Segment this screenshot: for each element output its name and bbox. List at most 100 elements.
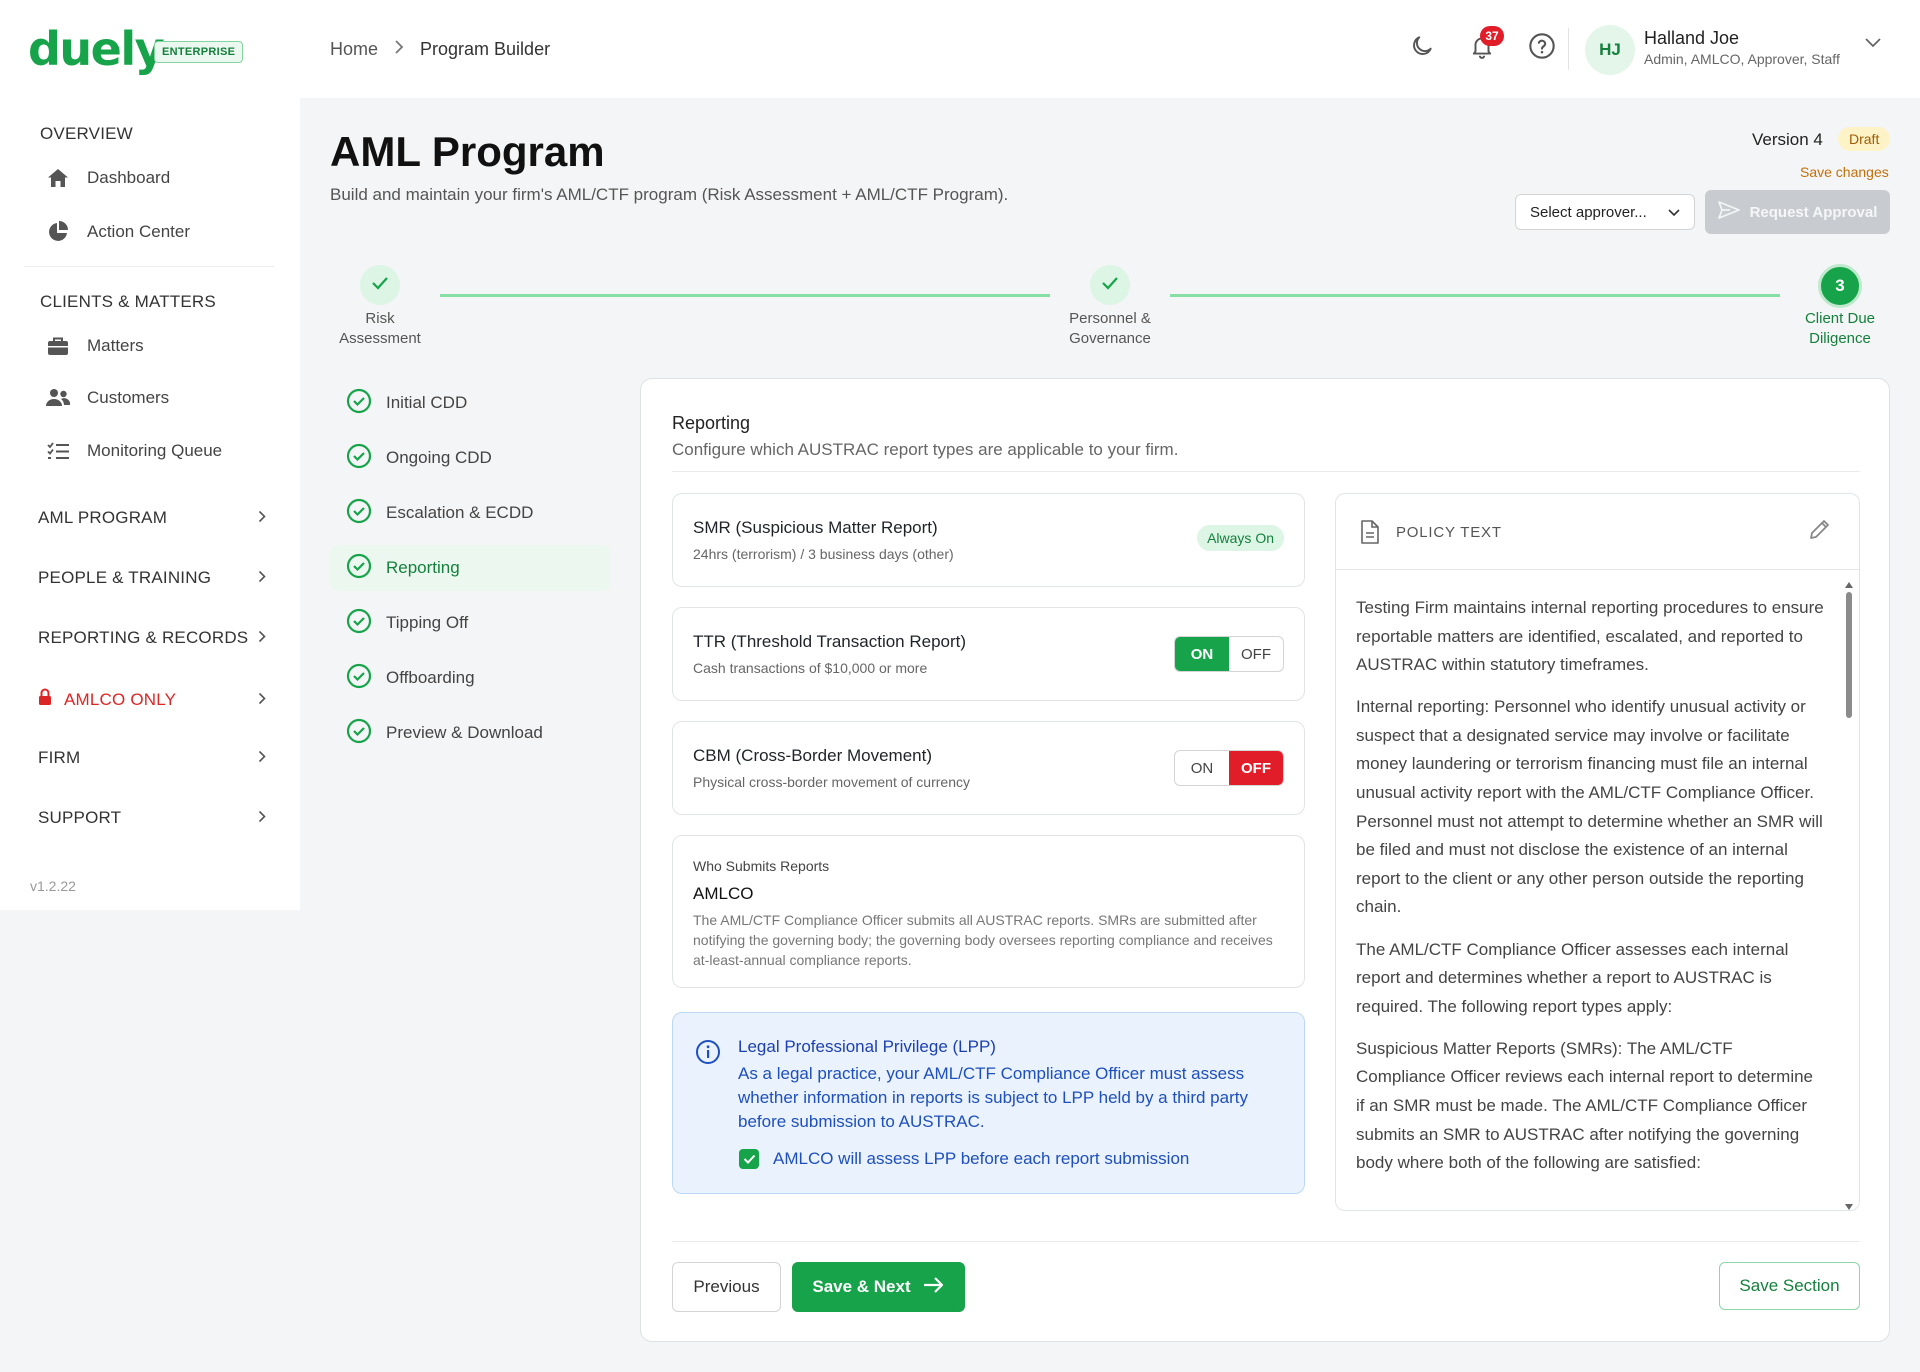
sidebar-group-label: SUPPORT xyxy=(38,808,122,827)
moon-icon[interactable] xyxy=(1404,28,1440,64)
section-nav-initial-cdd[interactable]: Initial CDD xyxy=(330,380,610,426)
lpp-text: As a legal practice, your AML/CTF Compli… xyxy=(738,1064,1248,1131)
step-2-circle[interactable] xyxy=(1090,265,1130,305)
approver-select[interactable]: Select approver... xyxy=(1515,194,1695,230)
section-nav-reporting[interactable]: Reporting xyxy=(330,545,610,591)
section-nav-preview-download[interactable]: Preview & Download xyxy=(330,710,610,756)
sidebar-item-label: Matters xyxy=(87,336,144,355)
check-circle-icon xyxy=(346,443,372,474)
step-1-circle[interactable] xyxy=(360,265,400,305)
chevron-right-icon xyxy=(258,628,266,648)
sidebar-item-label: Dashboard xyxy=(87,168,171,187)
scrollbar-thumb[interactable] xyxy=(1846,592,1852,718)
section-nav-label: Escalation & ECDD xyxy=(386,503,534,522)
sidebar-item-customers[interactable]: Customers xyxy=(45,388,169,408)
sidebar-item-action-center[interactable]: Action Center xyxy=(45,221,190,243)
sidebar-item-matters[interactable]: Matters xyxy=(45,336,144,356)
section-nav-offboarding[interactable]: Offboarding xyxy=(330,655,610,701)
sidebar-group-reporting-records[interactable]: REPORTING & RECORDS xyxy=(38,628,266,648)
ttr-title: TTR (Threshold Transaction Report) xyxy=(693,632,967,651)
section-nav-ongoing-cdd[interactable]: Ongoing CDD xyxy=(330,435,610,481)
briefcase-icon xyxy=(45,336,71,356)
ttr-toggle[interactable]: ON OFF xyxy=(1174,636,1284,672)
sidebar-item-monitoring-queue[interactable]: Monitoring Queue xyxy=(45,441,222,461)
user-name[interactable]: Halland Joe xyxy=(1644,28,1739,49)
users-icon xyxy=(45,388,71,408)
previous-button[interactable]: Previous xyxy=(672,1262,781,1312)
lock-icon xyxy=(38,688,52,711)
section-nav-label: Ongoing CDD xyxy=(386,448,492,467)
lpp-callout: Legal Professional Privilege (LPP) As a … xyxy=(672,1012,1305,1194)
cbm-description: Physical cross-border movement of curren… xyxy=(693,774,970,790)
request-approval-button[interactable]: Request Approval xyxy=(1705,190,1890,234)
section-nav-tipping-off[interactable]: Tipping Off xyxy=(330,600,610,646)
cbm-toggle[interactable]: ON OFF xyxy=(1174,750,1284,786)
lpp-checkbox-row[interactable]: AMLCO will assess LPP before each report… xyxy=(739,1149,1189,1169)
sidebar-divider xyxy=(24,266,274,267)
breadcrumb: Home Program Builder xyxy=(330,39,550,60)
home-icon xyxy=(45,168,71,188)
help-icon[interactable] xyxy=(1524,28,1560,64)
top-bar: duely ENTERPRISE Home Program Builder 37… xyxy=(0,0,1920,98)
brand-logo[interactable]: duely xyxy=(28,22,165,76)
save-next-button[interactable]: Save & Next xyxy=(792,1262,965,1312)
chevron-right-icon xyxy=(258,508,266,528)
chevron-down-icon[interactable] xyxy=(1864,36,1882,54)
chevron-down-icon xyxy=(1668,204,1680,221)
step-1-label-line1: Risk xyxy=(365,310,395,327)
section-nav-escalation-ecdd[interactable]: Escalation & ECDD xyxy=(330,490,610,536)
section-nav-label: Tipping Off xyxy=(386,613,469,632)
cbm-report-card: CBM (Cross-Border Movement) Physical cro… xyxy=(672,721,1305,815)
step-2-label-line1: Personnel & xyxy=(1069,310,1151,327)
notifications-button[interactable]: 37 xyxy=(1464,26,1504,66)
sidebar-group-aml-program[interactable]: AML PROGRAM xyxy=(38,508,266,528)
check-circle-icon xyxy=(346,553,372,584)
scroll-down-arrow-icon[interactable] xyxy=(1844,1198,1854,1210)
page-title: AML Program xyxy=(330,128,605,175)
app-version: v1.2.22 xyxy=(30,878,76,894)
sidebar-item-label: Action Center xyxy=(87,222,190,241)
chevron-right-icon xyxy=(258,808,266,828)
policy-paragraph: The AML/CTF Compliance Officer assesses … xyxy=(1356,939,1789,1016)
save-section-button[interactable]: Save Section xyxy=(1719,1262,1860,1310)
save-next-label: Save & Next xyxy=(812,1277,911,1296)
sidebar-item-dashboard[interactable]: Dashboard xyxy=(45,168,170,188)
always-on-badge: Always On xyxy=(1197,525,1284,551)
sidebar-group-amlco-only[interactable]: AMLCO ONLY xyxy=(38,688,266,711)
section-nav-label: Preview & Download xyxy=(386,723,543,742)
step-3-label-line2: Diligence xyxy=(1809,330,1871,347)
who-submits-card: Who Submits Reports AMLCO The AML/CTF Co… xyxy=(672,835,1305,988)
sidebar-group-label: REPORTING & RECORDS xyxy=(38,628,249,647)
check-circle-icon xyxy=(346,498,372,529)
smr-description: 24hrs (terrorism) / 3 business days (oth… xyxy=(693,546,954,562)
ttr-off-button[interactable]: OFF xyxy=(1229,637,1283,671)
sidebar-group-amlco-label: AMLCO ONLY xyxy=(38,688,176,711)
sidebar-heading-clients-matters: CLIENTS & MATTERS xyxy=(40,292,216,311)
chevron-right-icon xyxy=(258,690,266,710)
sidebar-group-people-training[interactable]: PEOPLE & TRAINING xyxy=(38,568,266,588)
cbm-off-button[interactable]: OFF xyxy=(1229,751,1283,785)
sidebar-group-label: PEOPLE & TRAINING xyxy=(38,568,212,587)
save-changes-link[interactable]: Save changes xyxy=(1800,164,1889,180)
breadcrumb-home[interactable]: Home xyxy=(330,39,378,60)
ttr-on-button[interactable]: ON xyxy=(1175,637,1229,671)
cbm-on-button[interactable]: ON xyxy=(1175,751,1229,785)
sidebar-group-label: AML PROGRAM xyxy=(38,508,168,527)
policy-label: POLICY TEXT xyxy=(1396,524,1502,541)
sidebar-group-support[interactable]: SUPPORT xyxy=(38,808,266,828)
list-check-icon xyxy=(45,442,71,460)
step-3-circle[interactable]: 3 xyxy=(1818,264,1862,308)
avatar[interactable]: HJ xyxy=(1585,25,1635,75)
pencil-icon[interactable] xyxy=(1807,516,1833,547)
page-subtitle: Build and maintain your firm's AML/CTF p… xyxy=(330,185,1009,204)
check-icon xyxy=(1101,276,1119,295)
lpp-title: Legal Professional Privilege (LPP) xyxy=(738,1037,996,1056)
user-roles: Admin, AMLCO, Approver, Staff xyxy=(1644,51,1840,67)
lpp-checkbox[interactable] xyxy=(739,1149,759,1169)
policy-scrollbar[interactable] xyxy=(1843,574,1855,1210)
who-submits-description: The AML/CTF Compliance Officer submits a… xyxy=(693,912,1273,968)
sidebar: OVERVIEW Dashboard Action Center CLIENTS… xyxy=(0,98,300,910)
sidebar-group-firm[interactable]: FIRM xyxy=(38,748,266,768)
sidebar-item-label: Monitoring Queue xyxy=(87,441,223,460)
step-3-label: Client Due Diligence xyxy=(1780,309,1900,349)
